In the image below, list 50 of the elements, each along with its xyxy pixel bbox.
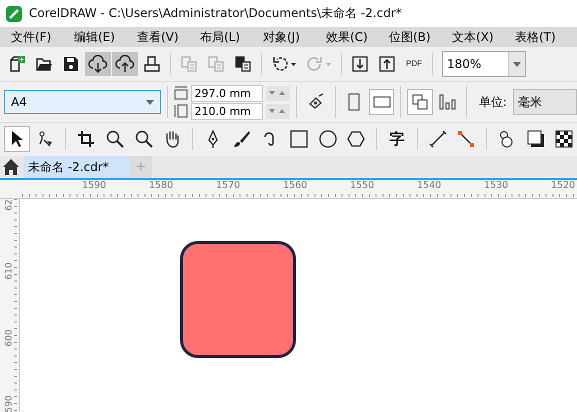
app-logo-icon [5,4,23,22]
spinner-buttons[interactable] [266,86,290,100]
landscape-button[interactable] [369,89,394,115]
ruler-label: 1560 [283,180,308,191]
ruler-label: 1580 [149,180,174,191]
text-tool[interactable]: 字 [384,126,410,152]
ruler-label: 590 [4,395,16,412]
menu-item[interactable]: 查看(V) [137,28,200,46]
unit-label: 单位: [478,94,507,110]
menu-item[interactable]: 文本(X) [452,28,515,46]
zoom-dropdown[interactable]: 180% [442,51,526,77]
window-title: CorelDRAW - C:\Users\Administrator\Documents\未命名 -2.cdr* [29,5,402,22]
page-width-field[interactable]: 297.0 mm [191,84,264,102]
pick-tool[interactable] [4,126,30,152]
cloud-down-button[interactable] [85,52,111,76]
node-edit-icon [36,130,54,148]
portrait-page-icon [348,93,360,111]
menu-item[interactable]: 布局(L) [200,28,263,46]
ruler-label: 610 [4,262,16,280]
all-pages-button[interactable] [407,89,433,115]
page-size-dropdown[interactable]: A4 [4,90,162,114]
pdf-button[interactable]: PDF [401,52,427,76]
caret-icon [146,100,154,104]
caret-icon [513,62,521,66]
ruler-label: 1550 [350,180,376,191]
page-height-field[interactable]: 210.0 mm [191,102,264,120]
menu-item[interactable]: 表格(T) [515,28,577,46]
menu-item[interactable]: 位图(B) [389,28,452,46]
rounded-rectangle[interactable] [180,241,296,358]
ruler-label: 600 [4,329,16,346]
ruler-label: 1540 [417,180,442,191]
cloud-up-button[interactable] [112,52,138,76]
ruler-label: 62 [4,199,16,211]
ruler-label: 1570 [216,180,242,191]
ruler-label: 1530 [484,180,510,191]
document-tab[interactable]: 未命名 -2.cdr* [24,156,130,178]
menu-item[interactable]: 文件(F) [11,28,74,46]
overlapping-pages-icon [410,93,429,111]
menu-item[interactable]: 对象(J) [263,28,326,46]
spinner-buttons[interactable] [266,104,290,118]
page-height-icon [174,104,188,118]
landscape-page-icon [372,96,391,108]
ruler-label: 1520 [551,180,576,191]
page-width-icon [174,86,188,100]
unit-dropdown[interactable]: 毫米 [512,89,577,115]
home-icon[interactable] [2,158,20,176]
ruler-label: 1590 [82,180,108,191]
save-icon [62,55,80,73]
menu-item[interactable]: 效果(C) [326,28,389,46]
menu-item[interactable]: 编辑(E) [74,28,137,46]
